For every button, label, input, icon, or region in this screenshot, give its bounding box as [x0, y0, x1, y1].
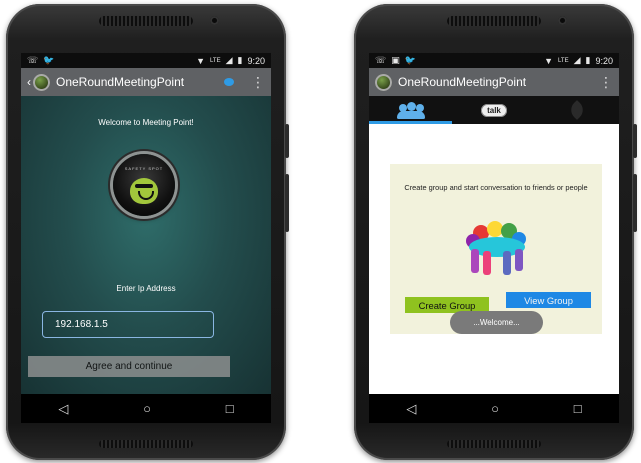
tab-leaf[interactable] — [536, 96, 619, 124]
safety-spot-logo: SAFETY SPOT — [113, 154, 175, 216]
volume-button — [633, 174, 637, 232]
network-type: LTE — [210, 57, 221, 64]
back-arrow-icon[interactable]: ‹ — [27, 75, 31, 89]
app-title: OneRoundMeetingPoint — [398, 75, 527, 89]
tab-bar: talk — [369, 96, 619, 124]
back-icon[interactable]: ◁ — [406, 401, 416, 417]
wifi-icon: ▼ — [196, 55, 206, 66]
view-group-button[interactable]: View Group — [506, 292, 591, 308]
system-nav-bar: ◁ ○ □ — [369, 394, 619, 423]
app-bar: OneRoundMeetingPoint ⋮ — [369, 68, 619, 96]
app-bar: ‹ OneRoundMeetingPoint ⋮ — [21, 68, 271, 96]
wifi-icon: ▼ — [544, 55, 554, 66]
tab-talk[interactable]: talk — [453, 96, 536, 124]
bottom-speaker — [99, 440, 193, 448]
ip-address-label: Enter Ip Address — [116, 284, 176, 293]
battery-icon: ▮ — [585, 55, 591, 65]
front-camera — [558, 16, 567, 25]
twitter-icon: 🐦 — [43, 55, 55, 65]
status-time: 9:20 — [247, 55, 265, 66]
group-content: Create group and start conversation to f… — [369, 124, 619, 394]
bottom-speaker — [447, 440, 541, 448]
overflow-menu-icon[interactable]: ⋮ — [251, 74, 265, 91]
group-card: Create group and start conversation to f… — [390, 164, 602, 334]
card-description: Create group and start conversation to f… — [404, 183, 588, 192]
back-icon[interactable]: ◁ — [58, 401, 68, 417]
left-screen: ☏ 🐦 ▼ LTE ◢ ▮ 9:20 ‹ OneRoundMeetingPoin… — [21, 53, 271, 423]
overflow-menu-icon[interactable]: ⋮ — [599, 74, 613, 91]
login-panel: Welcome to Meeting Point! SAFETY SPOT En… — [21, 96, 271, 394]
leaf-icon — [567, 100, 588, 120]
recents-icon[interactable]: □ — [574, 401, 582, 416]
app-title: OneRoundMeetingPoint — [56, 75, 185, 89]
left-phone-frame: ☏ 🐦 ▼ LTE ◢ ▮ 9:20 ‹ OneRoundMeetingPoin… — [6, 4, 289, 460]
battery-icon: ▮ — [237, 55, 243, 65]
volume-button — [285, 174, 289, 232]
right-phone-frame: ☏ ▣ 🐦 ▼ LTE ◢ ▮ 9:20 OneRoundMeetingPoin… — [354, 4, 637, 460]
app-logo-icon — [375, 73, 392, 91]
recents-icon[interactable]: □ — [226, 401, 234, 416]
welcome-toast: ...Welcome... — [450, 311, 543, 334]
signal-icon: ◢ — [573, 55, 581, 65]
people-icon — [396, 102, 425, 119]
logo-face-icon — [130, 178, 158, 204]
right-screen: ☏ ▣ 🐦 ▼ LTE ◢ ▮ 9:20 OneRoundMeetingPoin… — [369, 53, 619, 423]
welcome-heading: Welcome to Meeting Point! — [98, 118, 194, 127]
image-icon: ▣ — [391, 55, 400, 65]
tab-people[interactable] — [369, 96, 452, 124]
logo-text: SAFETY SPOT — [124, 166, 164, 171]
sync-indicator-icon — [224, 78, 235, 86]
earpiece-speaker — [447, 16, 541, 26]
app-logo-icon — [33, 73, 50, 91]
front-camera — [210, 16, 219, 25]
friends-group-illustration — [466, 221, 526, 275]
status-time: 9:20 — [595, 55, 613, 66]
system-nav-bar: ◁ ○ □ — [21, 394, 271, 423]
phone-call-icon: ☏ — [27, 55, 39, 65]
network-type: LTE — [558, 57, 569, 64]
home-icon[interactable]: ○ — [143, 401, 151, 416]
home-icon[interactable]: ○ — [491, 401, 499, 416]
earpiece-speaker — [99, 16, 193, 26]
status-bar: ☏ 🐦 ▼ LTE ◢ ▮ 9:20 — [21, 53, 271, 68]
talk-bubble-icon: talk — [481, 103, 507, 117]
twitter-icon: 🐦 — [404, 55, 416, 65]
ip-address-input[interactable] — [42, 311, 214, 338]
phone-call-icon: ☏ — [375, 55, 387, 65]
signal-icon: ◢ — [225, 55, 233, 65]
status-bar: ☏ ▣ 🐦 ▼ LTE ◢ ▮ 9:20 — [369, 53, 619, 68]
agree-continue-button[interactable]: Agree and continue — [28, 356, 230, 377]
power-button — [285, 124, 289, 158]
power-button — [633, 124, 637, 158]
